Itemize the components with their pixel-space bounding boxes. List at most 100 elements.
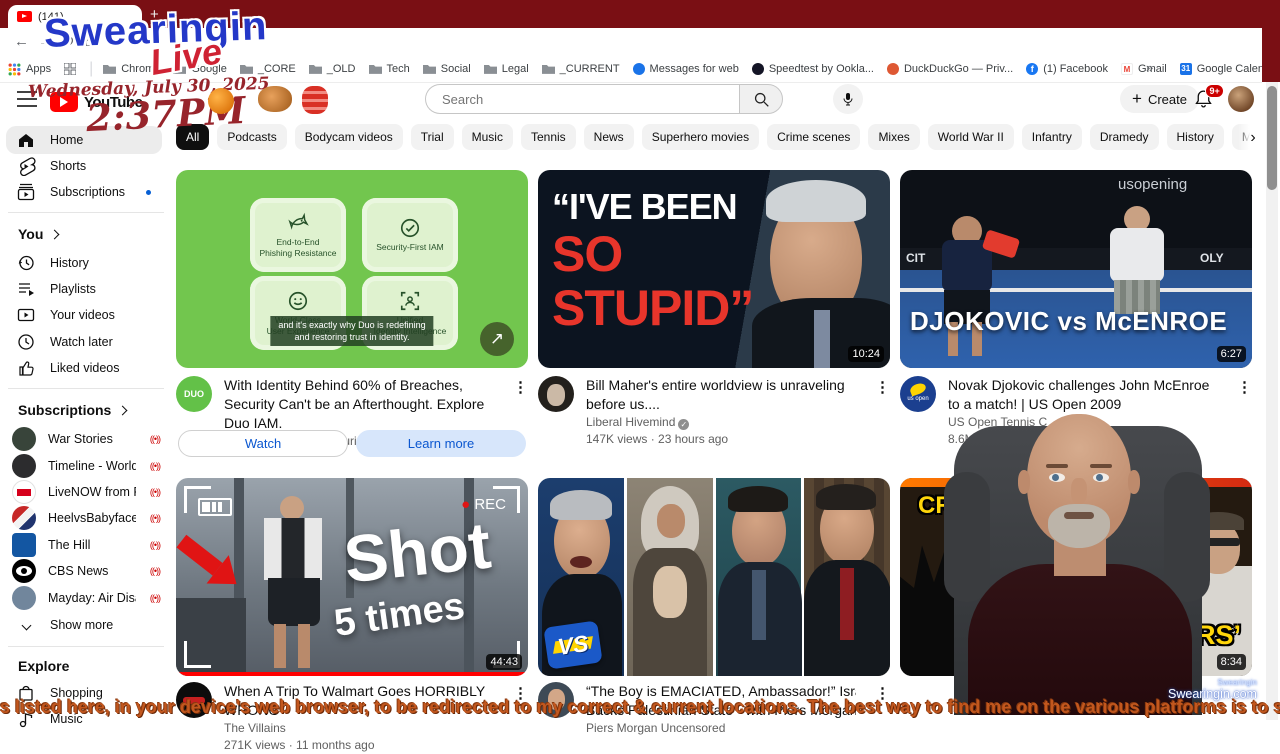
live-icon: ((•)) — [149, 434, 161, 444]
watch-progress-bar — [176, 672, 528, 676]
bookmark-folder-legal[interactable]: Legal — [483, 56, 529, 82]
channel-avatar — [12, 506, 36, 530]
sidebar-item-shorts[interactable]: Shorts — [0, 153, 170, 179]
bookmark-folder-old[interactable]: _OLD — [308, 56, 356, 82]
sticker-orange — [208, 88, 234, 114]
sidebar-sub-cbs-news[interactable]: CBS News ((•)) — [0, 558, 170, 584]
ad-open-button[interactable]: ↗ — [480, 322, 514, 356]
video-thumbnail-piers[interactable]: VS — [538, 478, 890, 676]
bookmark-folder-social[interactable]: Social — [422, 56, 471, 82]
calendar-icon: 31 — [1179, 63, 1192, 75]
video-menu-icon[interactable]: ⋮ — [1237, 378, 1252, 396]
sidebar-sub-livenow[interactable]: LiveNOW from F... ((•)) — [0, 479, 170, 505]
chip-tennis[interactable]: Tennis — [520, 124, 576, 150]
ad-watch-button[interactable]: Watch — [178, 430, 348, 457]
sidebar-sub-heelvsbabyface[interactable]: HeelvsBabyface ((•)) — [0, 505, 170, 531]
chip-news[interactable]: News — [583, 124, 634, 150]
video-meta: 147K views · 23 hours ago — [586, 432, 729, 446]
chip-mixes[interactable]: Mixes — [868, 124, 920, 150]
video-menu-icon[interactable]: ⋮ — [513, 378, 528, 396]
ad-learn-more-button[interactable]: Learn more — [356, 430, 526, 457]
sidebar-you-header[interactable]: You — [18, 226, 60, 242]
bookmark-folder-tech[interactable]: Tech — [368, 56, 410, 82]
chip-crime[interactable]: Crime scenes — [767, 124, 861, 150]
eyebrow — [1090, 464, 1112, 468]
chip-bodycam[interactable]: Bodycam videos — [294, 124, 403, 150]
channel-avatar-liberal-hivemind[interactable] — [538, 376, 574, 412]
sidebar-item-watch-later[interactable]: Watch later — [0, 329, 170, 355]
category-chip-bar: All Podcasts Bodycam videos Trial Music … — [176, 124, 1254, 152]
sidebar-sub-mayday[interactable]: Mayday: Air Disa... ((•)) — [0, 585, 170, 611]
bookmarks-overflow-icon[interactable]: » — [1146, 60, 1153, 75]
duration-badge: 10:24 — [848, 346, 884, 362]
bookmark-messages[interactable]: Messages for web — [632, 56, 739, 82]
video-thumbnail-djokovic[interactable]: usopening CIT OLY DJOKOVIC vs McENROE 6:… — [900, 170, 1252, 368]
video-thumbnail-duo-ad[interactable]: End-to-End Phishing Resistance Security-… — [176, 170, 528, 368]
bookmark-apps[interactable]: Apps — [8, 56, 51, 82]
search-icon — [754, 92, 769, 107]
sidebar-sub-war-stories[interactable]: War Stories ((•)) — [0, 426, 170, 452]
sidebar-item-liked-videos[interactable]: Liked videos — [0, 355, 170, 381]
voice-search-button[interactable] — [833, 84, 863, 114]
bookmark-duckduckgo[interactable]: DuckDuckGo — Priv... — [886, 56, 1013, 82]
back-icon[interactable]: ← — [14, 28, 29, 56]
search-input[interactable] — [425, 84, 739, 114]
verified-icon: ✓ — [678, 419, 690, 430]
sidebar-item-your-videos[interactable]: Your videos — [0, 302, 170, 328]
thumb-text-line2: SO — [552, 226, 623, 282]
create-button[interactable]: + Create — [1120, 85, 1199, 113]
new-content-dot — [146, 189, 151, 195]
chip-trial[interactable]: Trial — [410, 124, 454, 150]
eyebrow — [1046, 464, 1068, 468]
chips-next-icon[interactable]: › — [1238, 124, 1268, 152]
video-menu-icon[interactable]: ⋮ — [875, 378, 890, 396]
sidebar-item-playlists[interactable]: Playlists — [0, 276, 170, 302]
sidebar-sub-timeline[interactable]: Timeline - World ... ((•)) — [0, 453, 170, 479]
divider — [8, 646, 164, 647]
video-thumbnail-walmart[interactable]: ● REC Shot 5 times 44:43 — [176, 478, 528, 676]
panel-mother — [626, 478, 713, 676]
channel-name[interactable]: Piers Morgan Uncensored — [586, 720, 856, 737]
subscriptions-icon — [17, 183, 35, 201]
video-thumbnail-courtroom[interactable]: CRAZ RS’ 8:34 — [900, 478, 1252, 676]
chip-history[interactable]: History — [1166, 124, 1224, 150]
watch-later-icon — [18, 334, 34, 350]
chip-infantry[interactable]: Infantry — [1021, 124, 1082, 150]
officer-shorts — [268, 578, 320, 626]
video-info-maher: Bill Maher's entire worldview is unravel… — [538, 376, 890, 448]
viewfinder-bracket — [184, 641, 211, 668]
sidebar-sub-the-hill[interactable]: The Hill ((•)) — [0, 532, 170, 558]
chip-superhero[interactable]: Superhero movies — [641, 124, 760, 150]
thumb-text-line3: STUPID” — [552, 280, 754, 336]
bookmark-grid[interactable] — [64, 56, 77, 82]
search-button[interactable] — [739, 84, 783, 114]
channel-name[interactable]: US Open Tennis C — [948, 414, 1218, 431]
chip-dramedy[interactable]: Dramedy — [1089, 124, 1159, 150]
bookmark-facebook[interactable]: f (1) Facebook — [1026, 56, 1108, 82]
ticker-text: s listed here, in your device's web brow… — [0, 697, 1280, 717]
thumb-text-rs: RS’ — [1196, 620, 1242, 650]
sidebar-subscriptions-header[interactable]: Subscriptions — [18, 402, 128, 418]
bookmark-folder-current[interactable]: _CURRENT — [541, 56, 620, 82]
bookmark-speedtest[interactable]: Speedtest by Ookla... — [751, 56, 874, 82]
create-label: Create — [1147, 91, 1187, 107]
channel-avatar — [12, 559, 36, 583]
video-thumbnail-maher[interactable]: “I'VE BEEN SO STUPID” 10:24 — [538, 170, 890, 368]
sidebar-item-history[interactable]: History — [0, 250, 170, 276]
channel-avatar-duo[interactable]: DUO — [176, 376, 212, 412]
video-title[interactable]: Novak Djokovic challenges John McEnroe t… — [948, 376, 1218, 414]
chip-ww2[interactable]: World War II — [927, 124, 1014, 150]
video-title[interactable]: With Identity Behind 60% of Breaches, Se… — [224, 376, 494, 433]
channel-name[interactable]: Liberal Hivemind ✓ — [586, 414, 856, 431]
channel-name[interactable]: The Villains — [224, 720, 494, 737]
chevron-down-icon — [21, 620, 31, 630]
chip-music[interactable]: Music — [461, 124, 513, 150]
account-avatar[interactable] — [1228, 86, 1254, 112]
bookmark-gmail[interactable]: M Gmail — [1121, 56, 1167, 82]
apps-grid-icon — [8, 63, 21, 75]
channel-avatar-usopen[interactable]: us open — [900, 376, 936, 412]
video-title[interactable]: Bill Maher's entire worldview is unravel… — [586, 376, 856, 414]
scrollbar-thumb[interactable] — [1267, 86, 1277, 190]
sidebar-item-subscriptions[interactable]: Subscriptions — [0, 179, 170, 205]
sidebar-show-more[interactable]: Show more — [0, 612, 170, 638]
